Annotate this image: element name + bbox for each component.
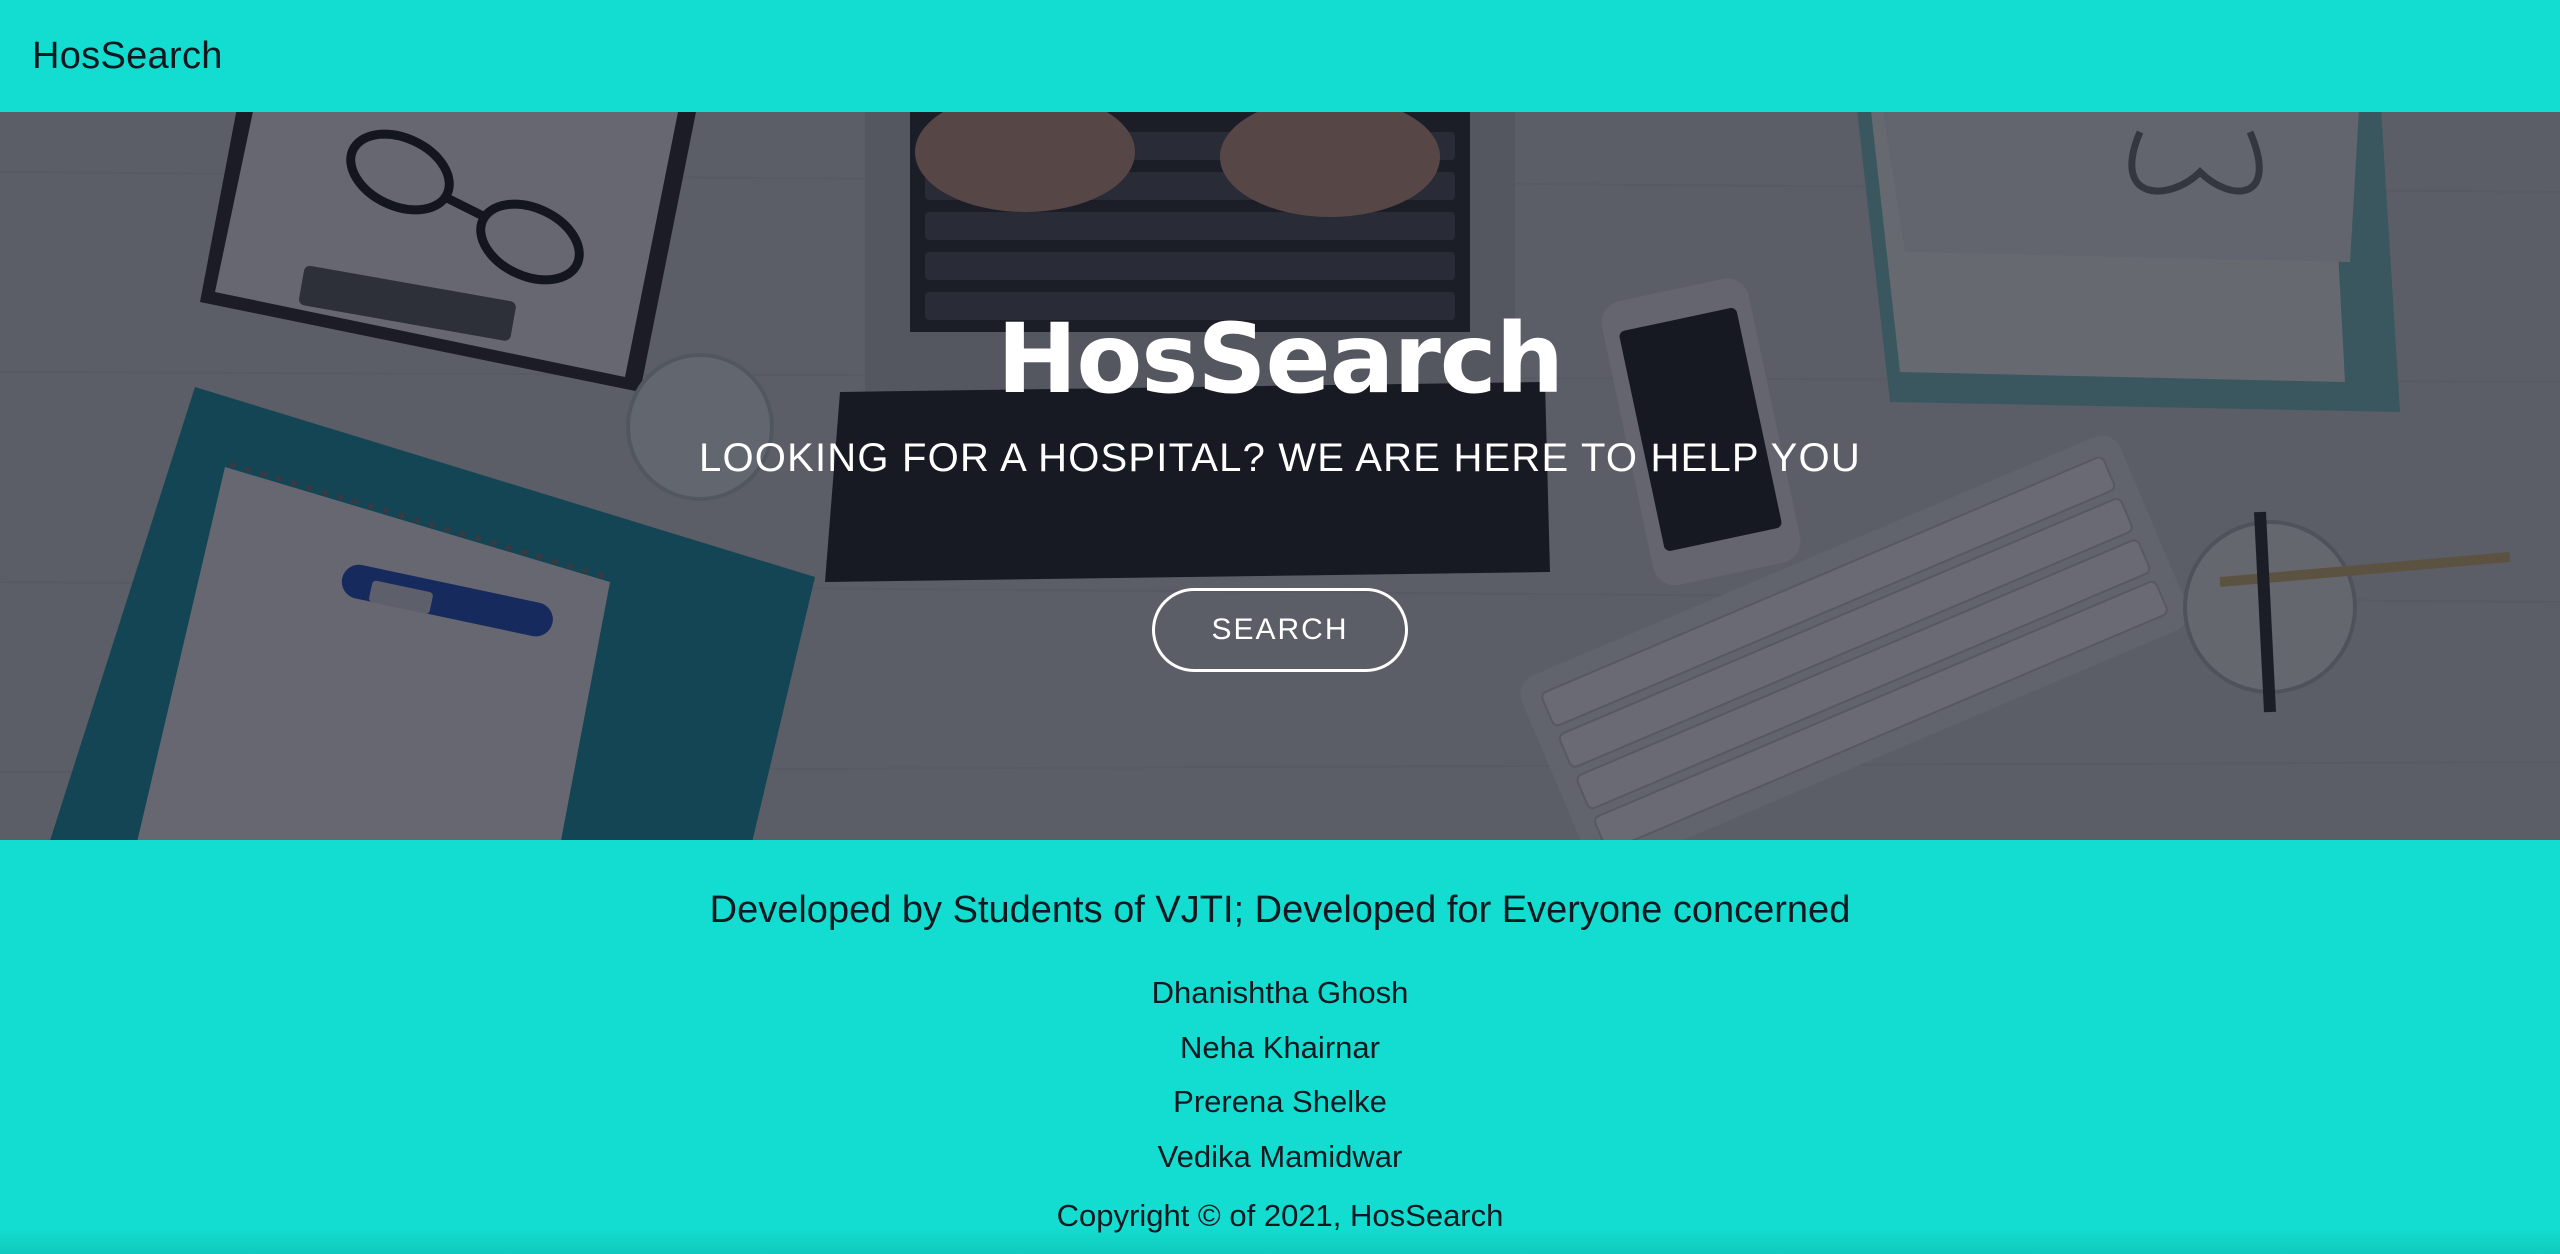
- footer-name-item: Vedika Mamidwar: [1157, 1139, 1403, 1174]
- hero-title: HosSearch: [996, 303, 1564, 415]
- footer-heading: Developed by Students of VJTI; Developed…: [709, 889, 1851, 931]
- hero-subtitle: LOOKING FOR A HOSPITAL? WE ARE HERE TO H…: [699, 436, 1861, 480]
- footer-name-item: Prerena Shelke: [1173, 1084, 1387, 1119]
- search-button[interactable]: SEARCH: [1152, 588, 1408, 672]
- footer-bottom-shadow: [0, 1228, 2560, 1254]
- navbar: HosSearch: [0, 0, 2560, 112]
- hero-section: HosSearch LOOKING FOR A HOSPITAL? WE ARE…: [0, 112, 2560, 840]
- footer-name-item: Neha Khairnar: [1180, 1030, 1380, 1065]
- footer: Developed by Students of VJTI; Developed…: [0, 840, 2560, 1254]
- navbar-brand-link[interactable]: HosSearch: [32, 35, 223, 78]
- footer-name-item: Dhanishtha Ghosh: [1151, 975, 1409, 1010]
